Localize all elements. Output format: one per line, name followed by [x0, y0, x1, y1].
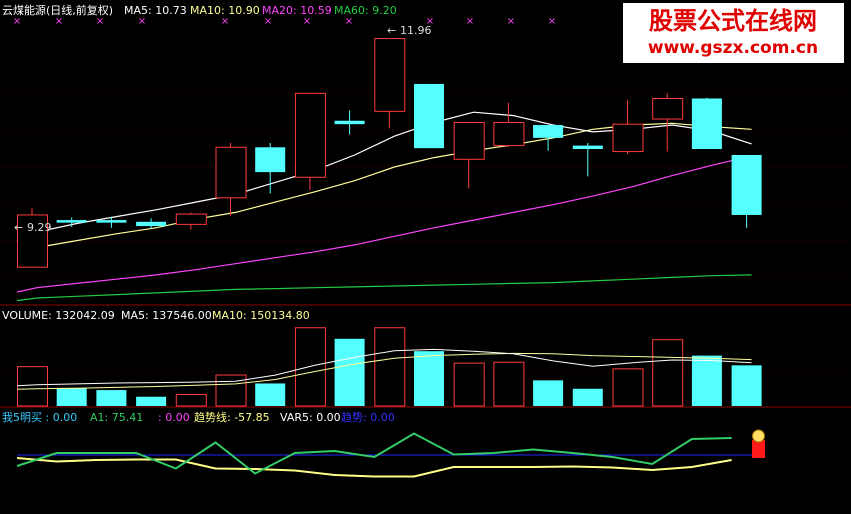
watermark-url: www.gszx.com.cn — [648, 38, 818, 58]
candle-body-down — [255, 147, 286, 173]
candle-body-up — [294, 92, 326, 178]
volume-bar-down — [334, 338, 365, 406]
candle-body-down — [56, 220, 87, 223]
volume-bar-up — [652, 339, 684, 407]
volume-label: VOLUME: 132042.09 — [2, 309, 115, 322]
candle — [414, 83, 444, 149]
volume-bar-down — [572, 388, 603, 406]
cross-marker-icon: × — [96, 16, 104, 27]
volume-bar-down — [136, 396, 167, 406]
candle — [17, 208, 48, 268]
cross-marker-icon: × — [55, 16, 63, 27]
volume-bar-down — [96, 390, 127, 406]
high-price-annotation: ← — [387, 24, 396, 37]
volume-bar-down — [56, 387, 87, 406]
volume-bar-up — [17, 366, 48, 407]
volume-bar-down — [255, 383, 286, 406]
ma20-label: MA20: 10.59 — [262, 4, 332, 17]
volume-bar-down — [414, 351, 444, 406]
candle-body-down — [136, 221, 167, 227]
candle-body-up — [453, 121, 485, 160]
cross-marker-icon: × — [264, 16, 272, 27]
high-price-label: 11.96 — [400, 24, 432, 37]
candle — [691, 97, 722, 150]
candle-body-down — [414, 83, 444, 149]
cross-marker-icon: × — [548, 16, 556, 27]
volume-bar-up — [374, 327, 406, 407]
signal-badge-icon — [752, 429, 765, 458]
volume-bar-down — [533, 380, 564, 406]
volume-bar-down — [691, 355, 722, 406]
svg-text:VOLUME: 132042.09 MA5: 137: VOLUME: 132042.09 MA5: 137546.00 MA10: 1… — [2, 309, 310, 322]
candle — [294, 92, 326, 191]
candle-body-up — [374, 38, 406, 112]
volume-bar-down — [731, 365, 762, 406]
cross-marker-icon: × — [13, 16, 21, 27]
indicator-label-4: 趋势线: -57.85 — [194, 410, 270, 424]
volume-bar-up — [215, 374, 247, 407]
watermark: 股票公式在线网 www.gszx.com.cn — [623, 3, 844, 63]
ma5-label: MA5: 10.73 — [124, 4, 187, 17]
ma10-label: MA10: 10.90 — [190, 4, 260, 17]
volume-ma10-label: MA10: 150134.80 — [212, 309, 310, 322]
indicator-label-5: VAR5: 0.00 — [280, 411, 341, 424]
stock-title: 云煤能源(日线,前复权) — [2, 3, 113, 17]
watermark-title: 股票公式在线网 — [649, 7, 817, 35]
candle-body-down — [691, 98, 722, 150]
svg-text:我5明买 : 0.00 A1: 75.41: 我5明买 : 0.00 A1: 75.41 : 0.00 趋势线: -57.85… — [2, 410, 395, 424]
volume-bar-up — [175, 394, 207, 407]
stock-chart: ××××××××××××× ← 11.96 ← 9.29 云煤能源(日线,前复权… — [0, 0, 851, 514]
indicator-label-1: 我5明买 : 0.00 — [2, 411, 77, 424]
volume-bar-up — [612, 368, 644, 407]
indicator-label-6: 趋势: 0.00 — [341, 411, 395, 424]
candle-body-up — [493, 121, 525, 147]
candle-body-down — [731, 155, 762, 215]
candle-body-down — [533, 125, 564, 138]
indicator-label-2: A1: 75.41 — [90, 411, 143, 424]
cross-marker-icon: × — [138, 16, 146, 27]
svg-text:云煤能源(日线,前复权) MA5: 10.73: 云煤能源(日线,前复权) MA5: 10.73 MA10: 10.90 MA20… — [2, 3, 397, 17]
candle-body-up — [652, 97, 684, 120]
candle-body-down — [572, 145, 603, 150]
candle-body-up — [612, 123, 644, 153]
candle-body-up — [215, 146, 247, 199]
low-price-label: 9.29 — [27, 221, 52, 234]
cross-marker-icon: × — [507, 16, 515, 27]
low-price-annotation: ← — [14, 221, 23, 234]
cross-marker-icon: × — [345, 16, 353, 27]
volume-bar-up — [493, 361, 525, 407]
cross-marker-icon: × — [221, 16, 229, 27]
cross-marker-icon: × — [303, 16, 311, 27]
volume-bar-up — [453, 362, 485, 407]
candle-body-up — [175, 213, 207, 225]
volume-ma5-label: MA5: 137546.00 — [121, 309, 212, 322]
ma60-label: MA60: 9.20 — [334, 4, 397, 17]
candle-body-down — [96, 220, 127, 223]
indicator-label-3: : 0.00 — [158, 411, 190, 424]
candle-body-down — [334, 120, 365, 125]
cross-marker-icon: × — [466, 16, 474, 27]
